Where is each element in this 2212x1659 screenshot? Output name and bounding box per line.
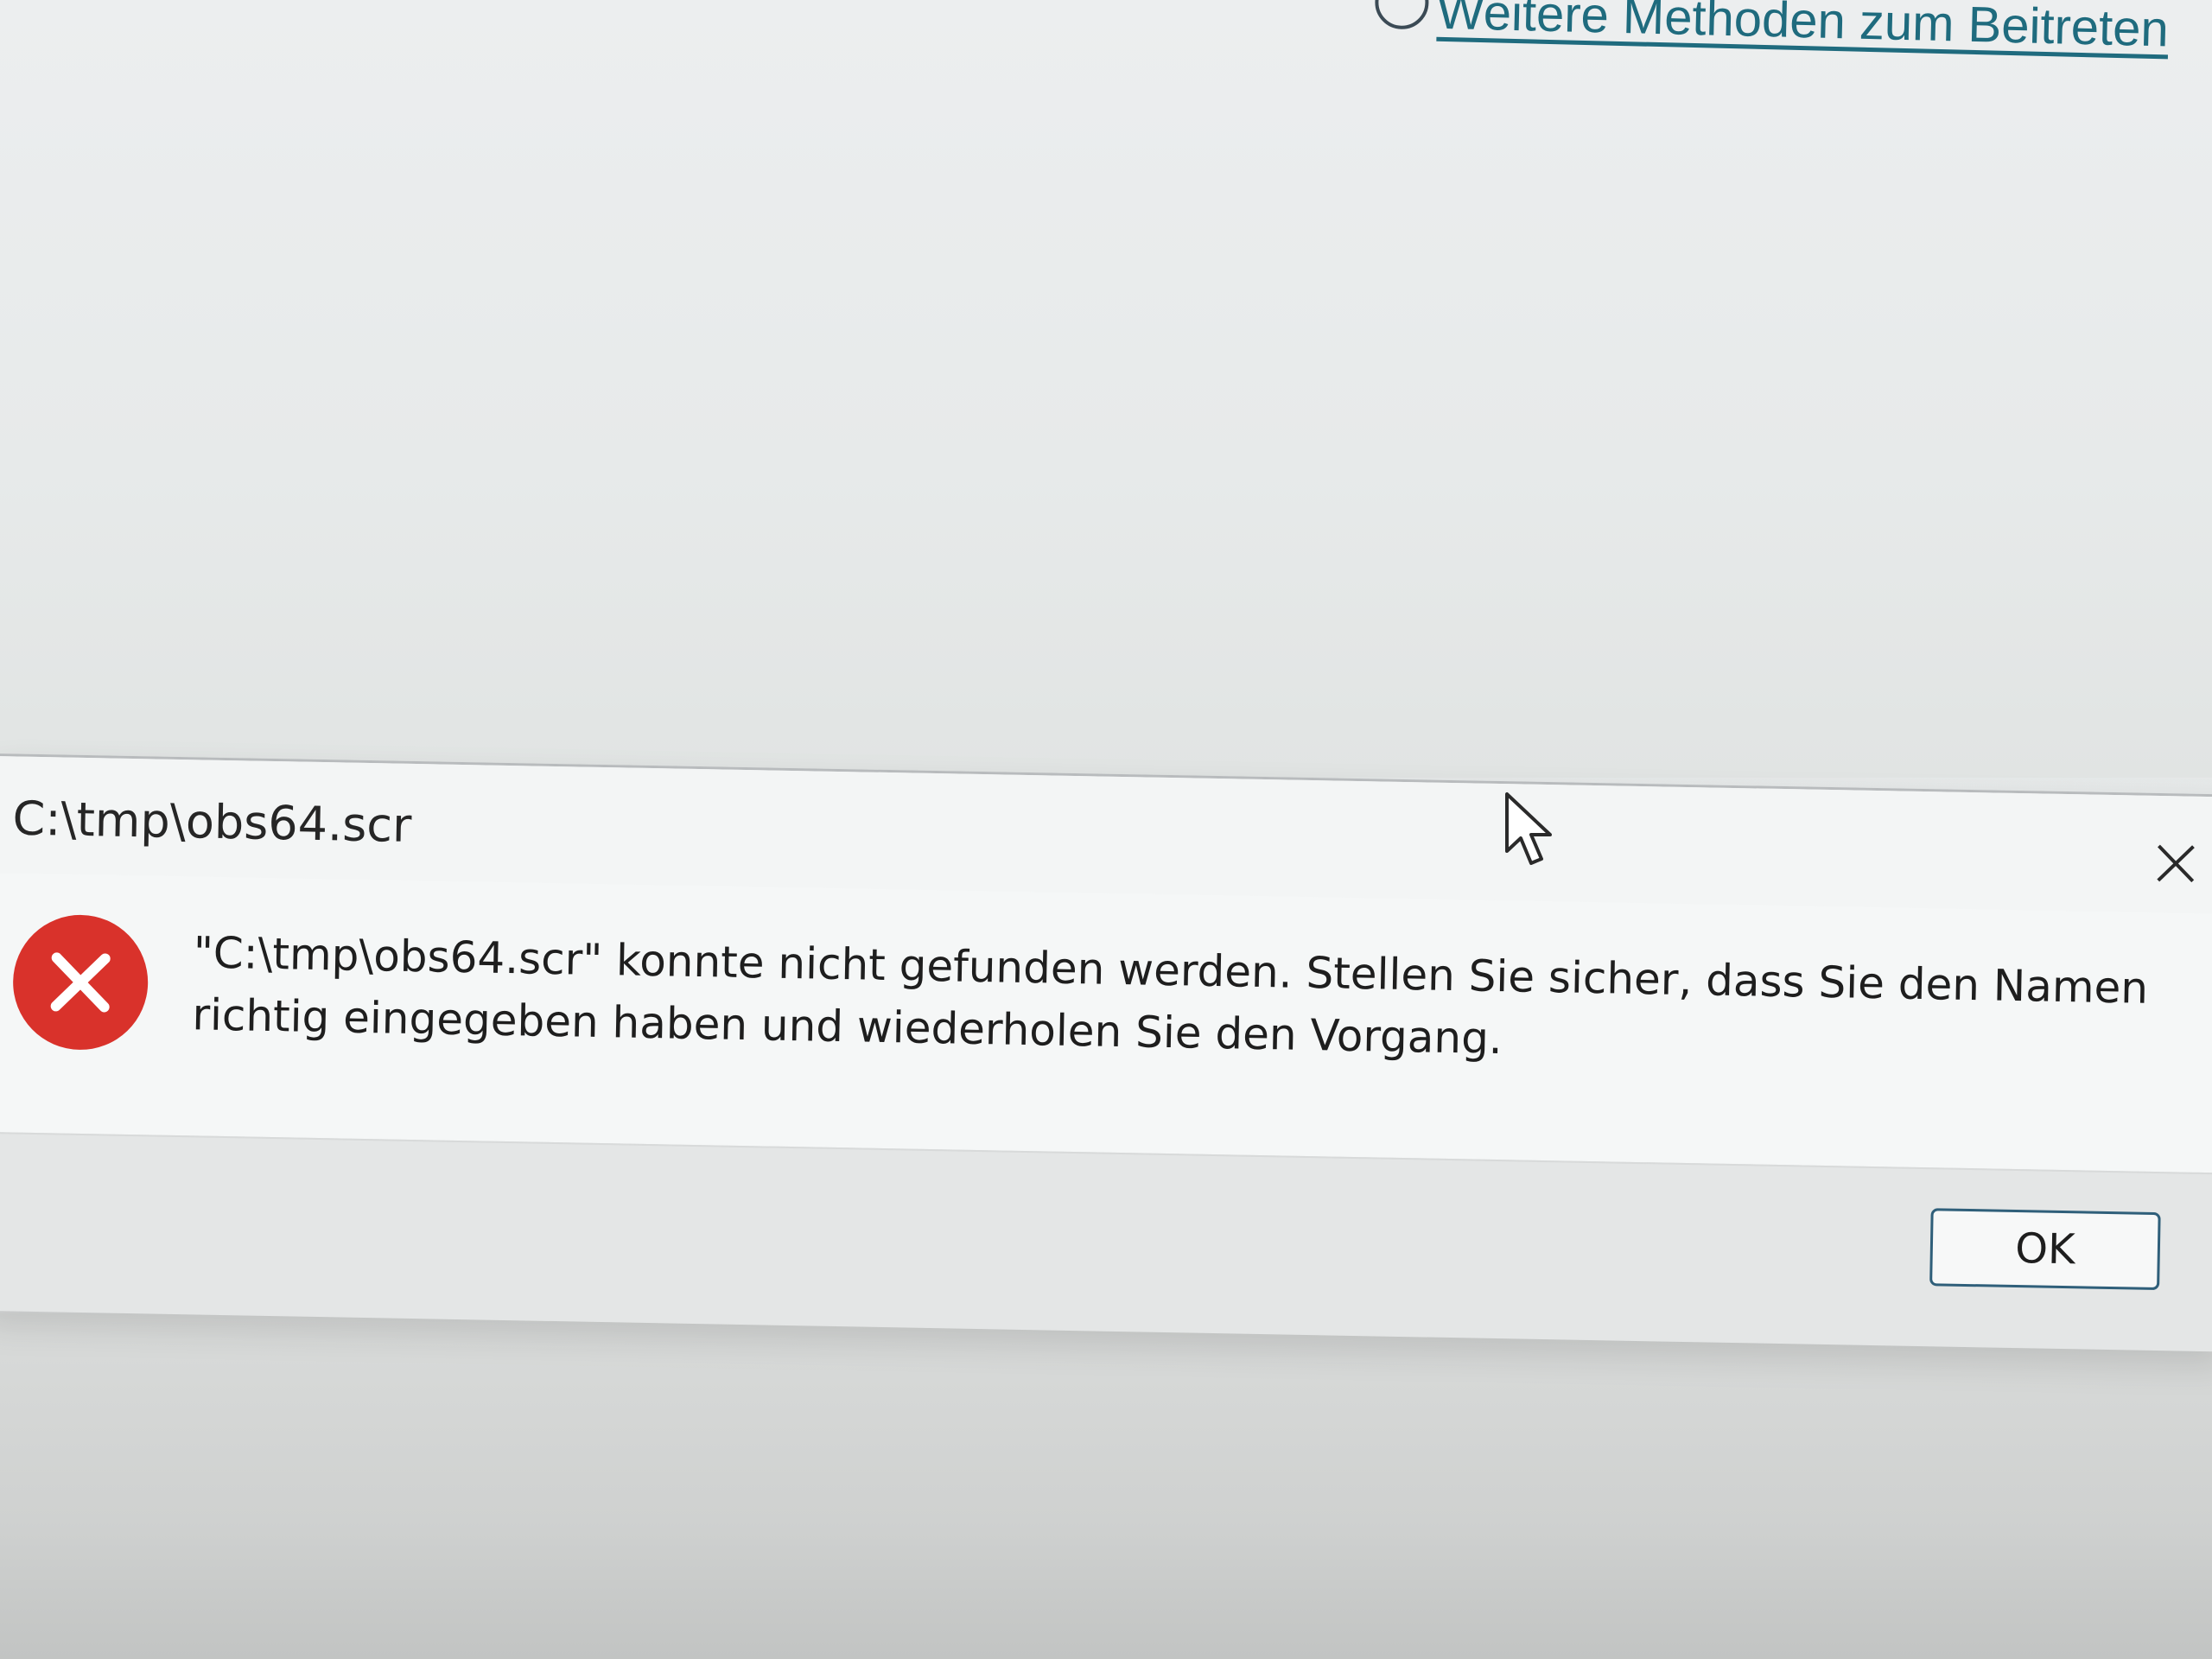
error-message: "C:\tmp\obs64.scr" konnte nicht gefunden… (192, 921, 2149, 1081)
ok-button[interactable]: OK (1929, 1208, 2161, 1291)
dialog-title: C:\tmp\obs64.scr (12, 791, 412, 853)
dialog-content: "C:\tmp\obs64.scr" konnte nicht gefunden… (0, 872, 2212, 1173)
error-dialog: C:\tmp\obs64.scr "C:\tmp\obs64.scr" konn… (0, 753, 2212, 1352)
more-join-methods-link[interactable]: Weitere Methoden zum Beitreten (1374, 0, 2170, 58)
background-page-bottom (0, 1313, 2212, 1659)
more-join-methods-label: Weitere Methoden zum Beitreten (1436, 0, 2170, 58)
background-page: Weitere Methoden zum Beitreten (0, 0, 2212, 778)
mouse-cursor-icon (1505, 792, 1552, 865)
error-icon (13, 914, 149, 1050)
close-icon (2157, 844, 2195, 883)
close-button[interactable] (2150, 837, 2202, 890)
radio-icon (1374, 0, 1430, 29)
